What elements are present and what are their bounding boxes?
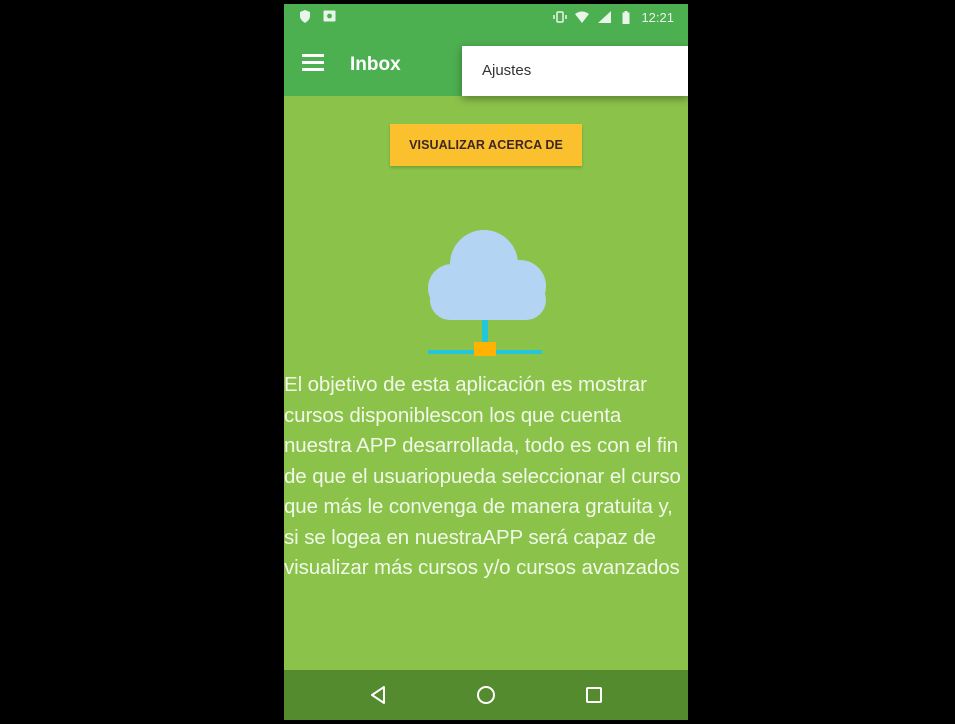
status-right-icons: 12:21 [553,10,674,25]
phone-screen: 12:21 Inbox Ajustes VISUALIZAR ACERCA DE [284,4,688,720]
back-icon[interactable] [366,683,390,707]
signal-icon [597,10,611,25]
vibrate-icon [553,10,568,25]
overflow-menu: Ajustes [462,46,688,96]
shield-icon [298,10,312,24]
battery-icon [619,10,633,25]
app-title: Inbox [350,54,401,75]
cloud-network-icon [410,224,560,364]
status-left-icons [298,10,336,24]
recents-icon[interactable] [582,683,606,707]
image-icon [322,10,336,24]
hamburger-menu-icon[interactable] [302,54,324,74]
view-about-button[interactable]: VISUALIZAR ACERCA DE [390,124,582,166]
wifi-icon [575,11,590,25]
status-bar: 12:21 [284,4,688,34]
video-frame: 12:21 Inbox Ajustes VISUALIZAR ACERCA DE [0,0,955,724]
menu-item-ajustes[interactable]: Ajustes [482,62,531,79]
home-icon[interactable] [474,683,498,707]
status-time: 12:21 [641,10,674,25]
navigation-bar [284,670,688,720]
description-text: El objetivo de esta aplicación es mostra… [284,373,681,579]
